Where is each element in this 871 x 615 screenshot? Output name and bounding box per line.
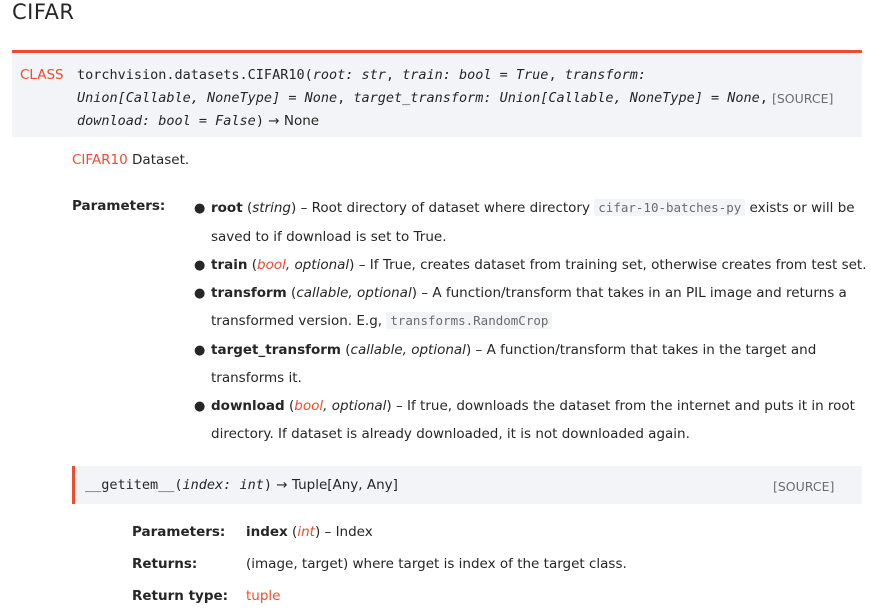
param-item-target-transform-cont: transforms it. (211, 370, 302, 386)
bool-type-link[interactable]: bool (294, 398, 323, 414)
param-name: transform (211, 285, 287, 301)
param-item-root: root (string) – Root directory of datase… (211, 199, 855, 216)
return-arrow: → (268, 113, 280, 129)
method-param-item: index (int) – Index (246, 524, 373, 540)
return-type-label: Return type: (132, 588, 229, 604)
param-type: string (252, 200, 291, 216)
method-return-type: Tuple[Any, Any] (291, 477, 398, 493)
bullet-icon: ● (194, 399, 206, 414)
param-name: train (211, 257, 248, 273)
param-name: download (211, 398, 285, 414)
signature-line-3: download: bool = False) → None (77, 113, 319, 129)
int-type-link[interactable]: int (297, 524, 315, 540)
parameters-label: Parameters: (72, 198, 166, 214)
source-link[interactable]: [SOURCE] (772, 91, 833, 106)
param-train: train: bool = True (402, 67, 549, 83)
param-name: index (246, 524, 288, 540)
param-transform: transform: (564, 67, 646, 83)
return-type: None (283, 113, 320, 129)
bool-type-link[interactable]: bool (257, 257, 286, 273)
returns-label: Returns: (132, 556, 198, 572)
class-signature: CLASS torchvision.datasets.CIFAR10(root:… (12, 50, 862, 137)
param-item-download-cont: directory. If dataset is already downloa… (211, 426, 690, 442)
close-paren: ) (255, 113, 264, 129)
page-title: CIFAR (12, 0, 75, 24)
signature-line-1: torchvision.datasets.CIFAR10(root: str, … (77, 67, 646, 83)
cifar10-link[interactable]: CIFAR10 (72, 152, 128, 168)
method-source-link[interactable]: [SOURCE] (773, 479, 834, 494)
class-keyword: CLASS (20, 67, 64, 83)
bullet-icon: ● (194, 343, 206, 358)
param-item-transform-cont: transformed version. E.g, transforms.Ran… (211, 312, 553, 329)
returns-text: (image, target) where target is index of… (246, 556, 627, 572)
param-name: target_transform (211, 342, 341, 358)
method-params-label: Parameters: (132, 524, 226, 540)
signature-line-2: Union[Callable, NoneType] = None, target… (77, 90, 768, 106)
method-signature: __getitem__(index: int) → Tuple[Any, Any… (72, 466, 862, 504)
param-item-transform: transform (callable, optional) – A funct… (211, 285, 847, 301)
inline-code: cifar-10-batches-py (594, 199, 746, 216)
bullet-icon: ● (194, 286, 206, 301)
param-type: callable, optional (350, 342, 466, 358)
inline-code: transforms.RandomCrop (386, 312, 553, 329)
param-target-transform: target_transform: Union[Callable, NoneTy… (353, 90, 760, 106)
method-name: __getitem__ (85, 477, 175, 493)
param-item-root-cont: saved to if download is set to True. (211, 229, 447, 245)
open-paren: ( (304, 67, 313, 83)
param-root: root: str (312, 67, 386, 83)
param-item-download: download (bool, optional) – If true, dow… (211, 398, 855, 414)
bullet-icon: ● (194, 258, 206, 273)
bullet-icon: ● (194, 201, 206, 216)
method-signature-line: __getitem__(index: int) → Tuple[Any, Any… (85, 477, 398, 493)
param-download: download: bool = False (77, 113, 256, 129)
param-item-train: train (bool, optional) – If True, create… (211, 257, 867, 273)
method-param: index: int (182, 477, 264, 493)
tuple-type-link[interactable]: tuple (246, 588, 280, 604)
param-item-target-transform: target_transform (callable, optional) – … (211, 342, 817, 358)
param-type: callable, optional (296, 285, 412, 301)
param-transform-type: Union[Callable, NoneType] = None (77, 90, 338, 106)
class-name: torchvision.datasets.CIFAR10 (77, 67, 305, 83)
param-name: root (211, 200, 243, 216)
return-arrow: → (276, 477, 288, 493)
class-description: CIFAR10 Dataset. (72, 152, 190, 168)
